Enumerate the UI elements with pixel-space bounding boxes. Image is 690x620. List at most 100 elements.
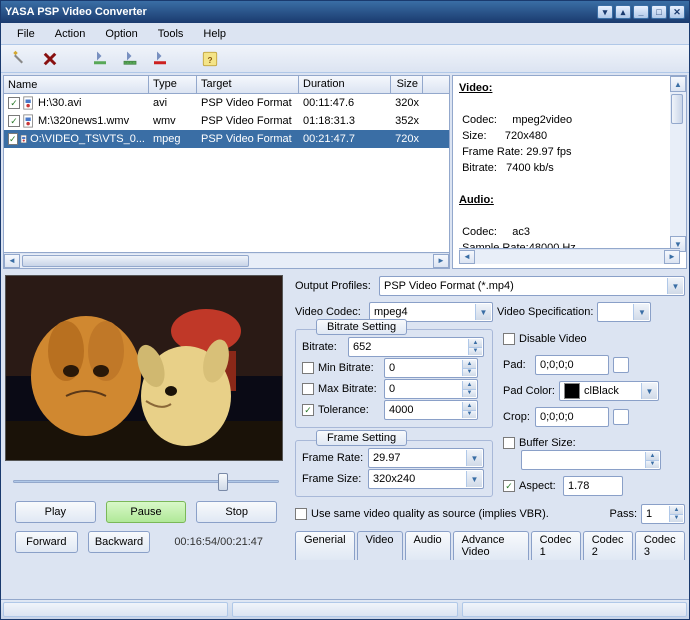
info-h-scrollbar[interactable]: ◄ ► — [459, 248, 680, 264]
statusbar — [1, 599, 689, 619]
scroll-right-icon[interactable]: ► — [433, 254, 449, 268]
pad-ellipsis-button[interactable] — [613, 357, 629, 373]
video-spec-combo[interactable]: ▼ — [597, 302, 651, 322]
menu-option[interactable]: Option — [97, 26, 145, 42]
tolerance-checkbox[interactable]: ✓ — [302, 404, 314, 416]
scroll-left-icon[interactable]: ◄ — [459, 250, 475, 264]
backward-button[interactable]: Backward — [88, 531, 151, 553]
maximize-button[interactable]: □ — [651, 5, 667, 19]
tolerance-input[interactable]: 4000▲▼ — [384, 400, 478, 420]
frame-fieldset: Frame Setting Frame Rate: 29.97▼ Frame S… — [295, 440, 493, 497]
pause-button[interactable]: Pause — [106, 501, 187, 523]
tab-codec-2[interactable]: Codec 2 — [583, 531, 633, 560]
min-bitrate-checkbox[interactable] — [302, 362, 314, 374]
list-header: Name Type Target Duration Size — [4, 76, 449, 94]
help-icon[interactable]: ? — [201, 50, 219, 68]
crop-input[interactable]: 0;0;0;0 — [535, 407, 609, 427]
tab-codec-1[interactable]: Codec 1 — [531, 531, 581, 560]
time-display: 00:16:54/00:21:47 — [160, 531, 277, 553]
pass-input[interactable]: 1▲▼ — [641, 504, 685, 524]
play-button[interactable]: Play — [15, 501, 96, 523]
frame-size-combo[interactable]: 320x240▼ — [368, 469, 484, 489]
file-icon — [20, 132, 29, 146]
file-list: Name Type Target Duration Size ✓H:\30.av… — [3, 75, 450, 269]
close-button[interactable]: ✕ — [669, 5, 685, 19]
max-bitrate-checkbox[interactable] — [302, 383, 314, 395]
add-icon[interactable] — [11, 50, 29, 68]
chevron-down-icon[interactable]: ▼ — [475, 304, 491, 320]
col-size[interactable]: Size — [391, 76, 423, 93]
col-target[interactable]: Target — [197, 76, 299, 93]
disable-video-checkbox[interactable] — [503, 333, 515, 345]
h-scrollbar[interactable]: ◄ ► — [4, 252, 449, 268]
tab-video[interactable]: Video — [357, 531, 403, 560]
tab-advance-video[interactable]: Advance Video — [453, 531, 529, 560]
max-bitrate-input[interactable]: 0▲▼ — [384, 379, 478, 399]
output-profile-combo[interactable]: PSP Video Format (*.mp4)▼ — [379, 276, 685, 296]
audio-header: Audio: — [459, 194, 494, 206]
bitrate-input[interactable]: 652▲▼ — [348, 337, 484, 357]
scroll-right-icon[interactable]: ► — [664, 250, 680, 264]
video-header: Video: — [459, 82, 492, 94]
stop-convert-icon[interactable] — [151, 50, 169, 68]
table-row[interactable]: ✓O:\VIDEO_TS\VTS_0...mpegPSP Video Forma… — [4, 130, 449, 148]
bitrate-setting-button[interactable]: Bitrate Setting — [316, 319, 407, 335]
spin-up-icon: ▲ — [468, 339, 482, 348]
remove-icon[interactable] — [41, 50, 59, 68]
col-type[interactable]: Type — [149, 76, 197, 93]
video-spec-label: Video Specification: — [497, 306, 593, 318]
tab-generial[interactable]: Generial — [295, 531, 355, 560]
col-name[interactable]: Name — [4, 76, 149, 93]
frame-rate-combo[interactable]: 29.97▼ — [368, 448, 484, 468]
tab-audio[interactable]: Audio — [405, 531, 451, 560]
svg-text:?: ? — [207, 55, 212, 64]
titlebar: YASA PSP Video Converter ▾ ▴ _ □ ✕ — [1, 1, 689, 23]
convert-all-icon[interactable] — [121, 50, 139, 68]
pad-color-combo[interactable]: clBlack▼ — [559, 381, 659, 401]
restore-button[interactable]: _ — [633, 5, 649, 19]
menu-action[interactable]: Action — [47, 26, 94, 42]
minimize-alt-button[interactable]: ▾ — [597, 5, 613, 19]
convert-one-icon[interactable] — [91, 50, 109, 68]
output-profiles-label: Output Profiles: — [295, 280, 375, 292]
window-title: YASA PSP Video Converter — [5, 6, 597, 18]
pad-input[interactable]: 0;0;0;0 — [535, 355, 609, 375]
table-row[interactable]: ✓M:\320news1.wmvwmvPSP Video Format01:18… — [4, 112, 449, 130]
buffer-size-checkbox[interactable] — [503, 437, 515, 449]
seek-slider[interactable] — [13, 471, 279, 491]
status-segment — [462, 602, 687, 617]
color-swatch-icon — [564, 383, 580, 399]
file-icon — [22, 114, 36, 128]
menu-tools[interactable]: Tools — [150, 26, 192, 42]
col-duration[interactable]: Duration — [299, 76, 391, 93]
row-checkbox[interactable]: ✓ — [8, 115, 20, 127]
scroll-up-icon[interactable]: ▲ — [670, 76, 686, 92]
tab-codec-3[interactable]: Codec 3 — [635, 531, 685, 560]
chevron-down-icon[interactable]: ▼ — [667, 278, 683, 294]
crop-ellipsis-button[interactable] — [613, 409, 629, 425]
scroll-left-icon[interactable]: ◄ — [4, 254, 20, 268]
status-segment — [3, 602, 228, 617]
stop-button[interactable]: Stop — [196, 501, 277, 523]
aspect-input[interactable]: 1.78 — [563, 476, 623, 496]
media-info: Video: Codec: mpeg2video Size: 720x480 F… — [452, 75, 687, 269]
min-bitrate-input[interactable]: 0▲▼ — [384, 358, 478, 378]
toolbar: ? — [1, 45, 689, 73]
row-checkbox[interactable]: ✓ — [8, 133, 18, 145]
frame-setting-button[interactable]: Frame Setting — [316, 430, 407, 446]
vbr-checkbox[interactable] — [295, 508, 307, 520]
table-row[interactable]: ✓H:\30.aviaviPSP Video Format00:11:47.63… — [4, 94, 449, 112]
video-codec-label: Video Codec: — [295, 306, 365, 318]
menubar: File Action Option Tools Help — [1, 23, 689, 45]
menu-file[interactable]: File — [9, 26, 43, 42]
spin-down-icon: ▼ — [468, 348, 482, 356]
minimize-button[interactable]: ▴ — [615, 5, 631, 19]
chevron-down-icon[interactable]: ▼ — [633, 304, 649, 320]
row-checkbox[interactable]: ✓ — [8, 97, 20, 109]
buffer-size-input[interactable]: ▲▼ — [521, 450, 661, 470]
bitrate-fieldset: Bitrate Setting Bitrate: 652▲▼ Min Bitra… — [295, 329, 493, 428]
aspect-checkbox[interactable]: ✓ — [503, 480, 515, 492]
menu-help[interactable]: Help — [195, 26, 234, 42]
forward-button[interactable]: Forward — [15, 531, 78, 553]
v-scrollbar[interactable]: ▲ ▼ — [670, 76, 686, 252]
